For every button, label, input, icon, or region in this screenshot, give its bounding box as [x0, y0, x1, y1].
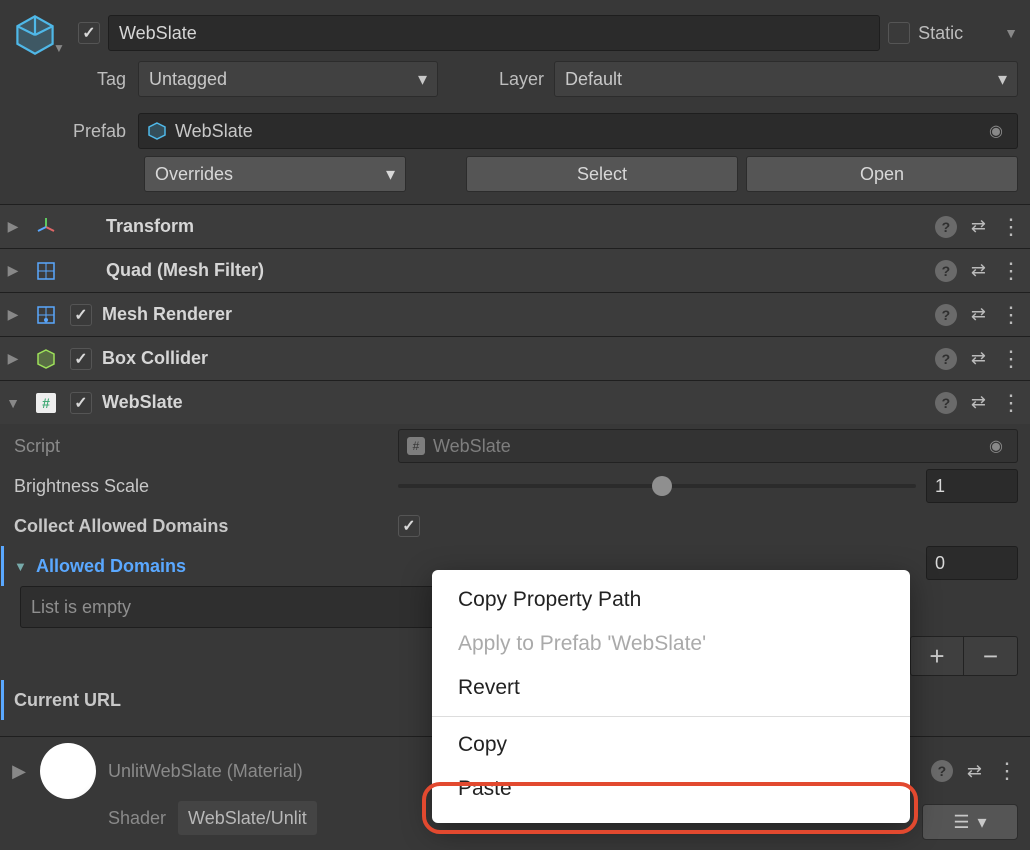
- collect-allowed-domains-checkbox[interactable]: [398, 515, 420, 537]
- context-menu-paste[interactable]: Paste: [432, 767, 910, 811]
- component-menu-icon[interactable]: ⋮: [996, 766, 1018, 776]
- help-icon[interactable]: ?: [931, 760, 953, 782]
- expand-arrow-icon[interactable]: ▶: [10, 761, 28, 782]
- context-menu-apply-to-prefab: Apply to Prefab 'WebSlate': [432, 622, 910, 666]
- component-menu-icon[interactable]: ⋮: [1000, 266, 1022, 276]
- prefab-name-text: WebSlate: [175, 121, 253, 142]
- script-hash-icon: #: [407, 437, 425, 455]
- chevron-down-icon: ▾: [998, 69, 1007, 90]
- prefab-select-button[interactable]: Select: [466, 156, 738, 192]
- gameobject-active-checkbox[interactable]: [78, 22, 100, 44]
- expand-arrow-icon[interactable]: ▶: [4, 306, 22, 323]
- help-icon[interactable]: ?: [935, 348, 957, 370]
- tag-label: Tag: [70, 69, 130, 90]
- collect-allowed-domains-label: Collect Allowed Domains: [14, 516, 390, 537]
- list-remove-button[interactable]: −: [964, 636, 1018, 676]
- gameobject-cube-icon[interactable]: ▼: [8, 9, 70, 57]
- help-icon[interactable]: ?: [935, 304, 957, 326]
- mesh-filter-icon: [32, 260, 60, 282]
- prefab-label: Prefab: [8, 121, 130, 142]
- shader-label: Shader: [108, 808, 166, 829]
- context-menu-copy-property-path[interactable]: Copy Property Path: [432, 578, 910, 622]
- allowed-domains-count-input[interactable]: 0: [926, 546, 1018, 580]
- static-dropdown-icon[interactable]: ▼: [998, 25, 1018, 41]
- script-label: Script: [14, 436, 390, 457]
- expand-arrow-icon[interactable]: ▼: [4, 395, 22, 411]
- component-enabled-checkbox[interactable]: [70, 392, 92, 414]
- preset-icon[interactable]: [971, 304, 986, 325]
- preset-icon[interactable]: [967, 761, 982, 782]
- allowed-domains-list: List is empty: [20, 586, 440, 628]
- component-header-mesh-filter[interactable]: ▶ Quad (Mesh Filter) ? ⋮: [0, 248, 1030, 292]
- list-add-button[interactable]: +: [910, 636, 964, 676]
- material-name: UnlitWebSlate (Material): [108, 761, 303, 782]
- brightness-value-input[interactable]: 1: [926, 469, 1018, 503]
- slider-thumb[interactable]: [652, 476, 672, 496]
- expand-arrow-icon[interactable]: ▼: [14, 559, 28, 574]
- preset-icon[interactable]: [971, 216, 986, 237]
- object-picker-icon[interactable]: ◉: [983, 121, 1009, 141]
- brightness-label: Brightness Scale: [14, 476, 390, 497]
- object-picker-icon[interactable]: ◉: [983, 436, 1009, 456]
- component-menu-icon[interactable]: ⋮: [1000, 354, 1022, 364]
- current-url-label: Current URL: [14, 690, 121, 711]
- context-menu: Copy Property Path Apply to Prefab 'WebS…: [432, 570, 910, 823]
- brightness-slider[interactable]: [398, 484, 916, 488]
- overrides-dropdown[interactable]: Overrides ▾: [144, 156, 406, 192]
- component-enabled-checkbox[interactable]: [70, 348, 92, 370]
- component-header-box-collider[interactable]: ▶ Box Collider ? ⋮: [0, 336, 1030, 380]
- component-enabled-checkbox[interactable]: [70, 304, 92, 326]
- layer-dropdown[interactable]: Default ▾: [554, 61, 1018, 97]
- component-header-transform[interactable]: ▶ Transform ? ⋮: [0, 204, 1030, 248]
- tag-dropdown[interactable]: Untagged ▾: [138, 61, 438, 97]
- expand-arrow-icon[interactable]: ▶: [4, 218, 22, 235]
- gameobject-name-input[interactable]: WebSlate: [108, 15, 880, 51]
- preset-icon[interactable]: [971, 392, 986, 413]
- help-icon[interactable]: ?: [935, 216, 957, 238]
- mesh-renderer-icon: [32, 304, 60, 326]
- prefab-open-button[interactable]: Open: [746, 156, 1018, 192]
- component-header-webslate[interactable]: ▼ # WebSlate ? ⋮: [0, 380, 1030, 424]
- asset-bundle-dropdown[interactable]: ☰ ▾: [922, 804, 1018, 840]
- static-checkbox[interactable]: [888, 22, 910, 44]
- component-menu-icon[interactable]: ⋮: [1000, 398, 1022, 408]
- component-menu-icon[interactable]: ⋮: [1000, 222, 1022, 232]
- script-icon: #: [32, 393, 60, 413]
- material-preview-icon: [40, 743, 96, 799]
- help-icon[interactable]: ?: [935, 260, 957, 282]
- component-menu-icon[interactable]: ⋮: [1000, 310, 1022, 320]
- overrides-label: Overrides: [155, 164, 233, 185]
- expand-arrow-icon[interactable]: ▶: [4, 350, 22, 367]
- prefab-cube-icon: [147, 121, 167, 141]
- chevron-down-icon: ▾: [386, 164, 395, 185]
- chevron-down-icon: ▼: [53, 41, 65, 55]
- menu-separator: [432, 716, 910, 717]
- preset-icon[interactable]: [971, 260, 986, 281]
- chevron-down-icon: ▾: [978, 812, 987, 833]
- script-reference-field: # WebSlate ◉: [398, 429, 1018, 463]
- layer-label: Layer: [476, 69, 546, 90]
- component-header-mesh-renderer[interactable]: ▶ Mesh Renderer ? ⋮: [0, 292, 1030, 336]
- shader-dropdown[interactable]: WebSlate/Unlit: [178, 801, 317, 835]
- list-icon: ☰: [953, 812, 969, 833]
- context-menu-copy[interactable]: Copy: [432, 723, 910, 767]
- help-icon[interactable]: ?: [935, 392, 957, 414]
- tag-value: Untagged: [149, 69, 227, 90]
- prefab-reference-field[interactable]: WebSlate ◉: [138, 113, 1018, 149]
- layer-value: Default: [565, 69, 622, 90]
- chevron-down-icon: ▾: [418, 69, 427, 90]
- box-collider-icon: [32, 348, 60, 370]
- static-label: Static: [918, 23, 990, 44]
- script-value: WebSlate: [433, 436, 511, 457]
- allowed-domains-label[interactable]: Allowed Domains: [36, 556, 186, 577]
- expand-arrow-icon[interactable]: ▶: [4, 262, 22, 279]
- context-menu-revert[interactable]: Revert: [432, 666, 910, 710]
- gameobject-name-text: WebSlate: [119, 23, 197, 44]
- transform-icon: [32, 216, 60, 238]
- preset-icon[interactable]: [971, 348, 986, 369]
